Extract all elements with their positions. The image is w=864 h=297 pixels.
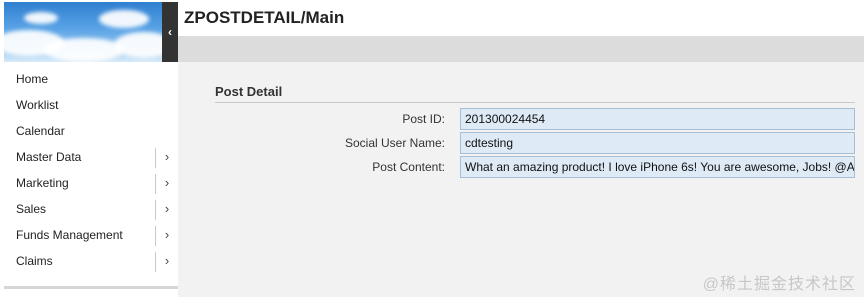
sidebar-item-funds-management[interactable]: Funds Management › <box>4 222 178 248</box>
post-content-label: Post Content: <box>372 160 445 174</box>
sidebar-item-master-data[interactable]: Master Data › <box>4 144 178 170</box>
sidebar-item-label: Master Data <box>16 150 82 164</box>
sidebar-item-label: Home <box>16 72 49 86</box>
chevron-right-icon[interactable]: › <box>160 222 174 248</box>
divider <box>155 148 156 168</box>
post-id-field[interactable]: 201300024454 <box>460 108 855 130</box>
page-header: ZPOSTDETAIL/Main <box>178 0 864 36</box>
post-content-field[interactable]: What an amazing product! I love iPhone 6… <box>460 156 855 178</box>
chevron-right-icon[interactable]: › <box>160 170 174 196</box>
social-user-name-row: Social User Name: cdtesting <box>215 132 855 154</box>
post-content-row: Post Content: What an amazing product! I… <box>215 156 855 178</box>
divider <box>155 226 156 246</box>
toolbar-bar <box>178 36 864 62</box>
sidebar-item-label: Funds Management <box>16 228 123 242</box>
chevron-right-icon[interactable]: › <box>160 196 174 222</box>
divider <box>155 200 156 220</box>
social-user-name-label: Social User Name: <box>344 136 445 150</box>
collapse-sidebar-button[interactable]: ‹ <box>162 2 178 62</box>
sidebar-nav: Home Worklist Calendar Master Data › Mar… <box>4 66 178 274</box>
post-id-label: Post ID: <box>402 112 445 126</box>
chevron-right-icon[interactable]: › <box>160 248 174 274</box>
sidebar-item-label: Marketing <box>16 176 69 190</box>
section-divider <box>215 102 855 103</box>
sidebar-item-label: Calendar <box>16 124 65 138</box>
sidebar-bottom-divider <box>4 286 178 289</box>
divider <box>155 174 156 194</box>
chevron-right-icon[interactable]: › <box>160 144 174 170</box>
section-title: Post Detail <box>215 84 283 99</box>
sidebar-item-label: Claims <box>16 254 53 268</box>
sidebar-item-label: Sales <box>16 202 47 216</box>
sidebar-item-label: Worklist <box>16 98 59 112</box>
social-user-name-field[interactable]: cdtesting <box>460 132 855 154</box>
sidebar-item-calendar[interactable]: Calendar <box>4 118 178 144</box>
watermark: @稀土掘金技术社区 <box>702 276 856 293</box>
sky-banner-image <box>4 2 162 62</box>
post-id-row: Post ID: 201300024454 <box>215 108 855 130</box>
chevron-left-icon: ‹ <box>168 25 172 39</box>
divider <box>155 252 156 272</box>
sidebar-item-worklist[interactable]: Worklist <box>4 92 178 118</box>
sidebar-item-marketing[interactable]: Marketing › <box>4 170 178 196</box>
sidebar-item-claims[interactable]: Claims › <box>4 248 178 274</box>
sidebar-item-sales[interactable]: Sales › <box>4 196 178 222</box>
sidebar-item-home[interactable]: Home <box>4 66 178 92</box>
page-title: ZPOSTDETAIL/Main <box>184 8 345 27</box>
left-sidebar: ‹ Home Worklist Calendar Master Data › M… <box>0 0 178 297</box>
